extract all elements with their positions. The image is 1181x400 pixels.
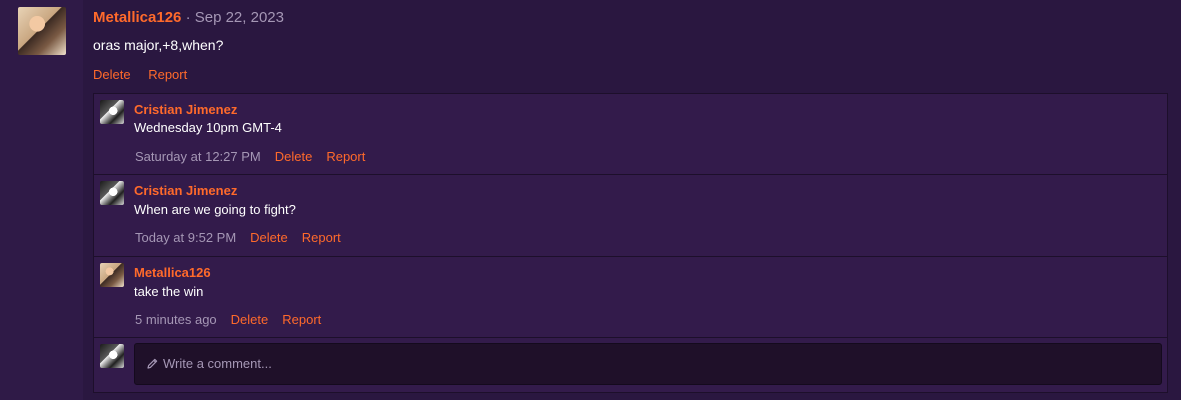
pencil-icon <box>146 357 159 373</box>
composer-avatar <box>100 344 124 368</box>
comment-text: take the win <box>134 284 204 299</box>
comment-timestamp[interactable]: 5 minutes ago <box>135 312 217 327</box>
comments-list: Cristian Jimenez Wednesday 10pm GMT-4 Sa… <box>93 93 1168 393</box>
comment-text: Wednesday 10pm GMT-4 <box>134 120 282 135</box>
comment-report-button[interactable]: Report <box>326 149 365 164</box>
comment-timestamp[interactable]: Today at 9:52 PM <box>135 230 236 245</box>
comment-author-name[interactable]: Metallica126 <box>134 265 211 280</box>
comment-author-avatar[interactable] <box>100 181 124 205</box>
comment-item: Cristian Jimenez Wednesday 10pm GMT-4 Sa… <box>94 94 1167 175</box>
post-delete-button[interactable]: Delete <box>93 67 131 82</box>
post-author-name[interactable]: Metallica126 <box>93 9 181 26</box>
post-body: oras major,+8,when? <box>93 37 224 53</box>
comment-meta: Today at 9:52 PM Delete Report <box>135 230 341 245</box>
comment-report-button[interactable]: Report <box>282 312 321 327</box>
post-date[interactable]: Sep 22, 2023 <box>195 9 284 26</box>
comment-input-content: Write a comment... <box>146 356 272 373</box>
comment-meta: 5 minutes ago Delete Report <box>135 312 321 327</box>
comment-timestamp[interactable]: Saturday at 12:27 PM <box>135 149 261 164</box>
comment-meta: Saturday at 12:27 PM Delete Report <box>135 149 365 164</box>
comment-report-button[interactable]: Report <box>302 230 341 245</box>
post-date-separator: · <box>185 9 191 26</box>
comment-input-placeholder: Write a comment... <box>163 356 272 371</box>
comment-author-name[interactable]: Cristian Jimenez <box>134 183 237 198</box>
post-author-avatar[interactable] <box>18 7 66 55</box>
comment-delete-button[interactable]: Delete <box>250 230 288 245</box>
comment-item: Metallica126 take the win 5 minutes ago D… <box>94 257 1167 338</box>
comment-delete-button[interactable]: Delete <box>231 312 269 327</box>
comment-item: Cristian Jimenez When are we going to fi… <box>94 175 1167 257</box>
left-rail <box>0 0 83 400</box>
post-header: Metallica126 · Sep 22, 2023 <box>93 9 284 26</box>
comment-delete-button[interactable]: Delete <box>275 149 313 164</box>
post-report-button[interactable]: Report <box>148 67 187 82</box>
comment-input[interactable]: Write a comment... <box>134 343 1162 385</box>
comment-author-name[interactable]: Cristian Jimenez <box>134 102 237 117</box>
comment-author-avatar[interactable] <box>100 100 124 124</box>
post-actions: Delete Report <box>93 67 201 82</box>
comment-text: When are we going to fight? <box>134 202 296 217</box>
comment-author-avatar[interactable] <box>100 263 124 287</box>
